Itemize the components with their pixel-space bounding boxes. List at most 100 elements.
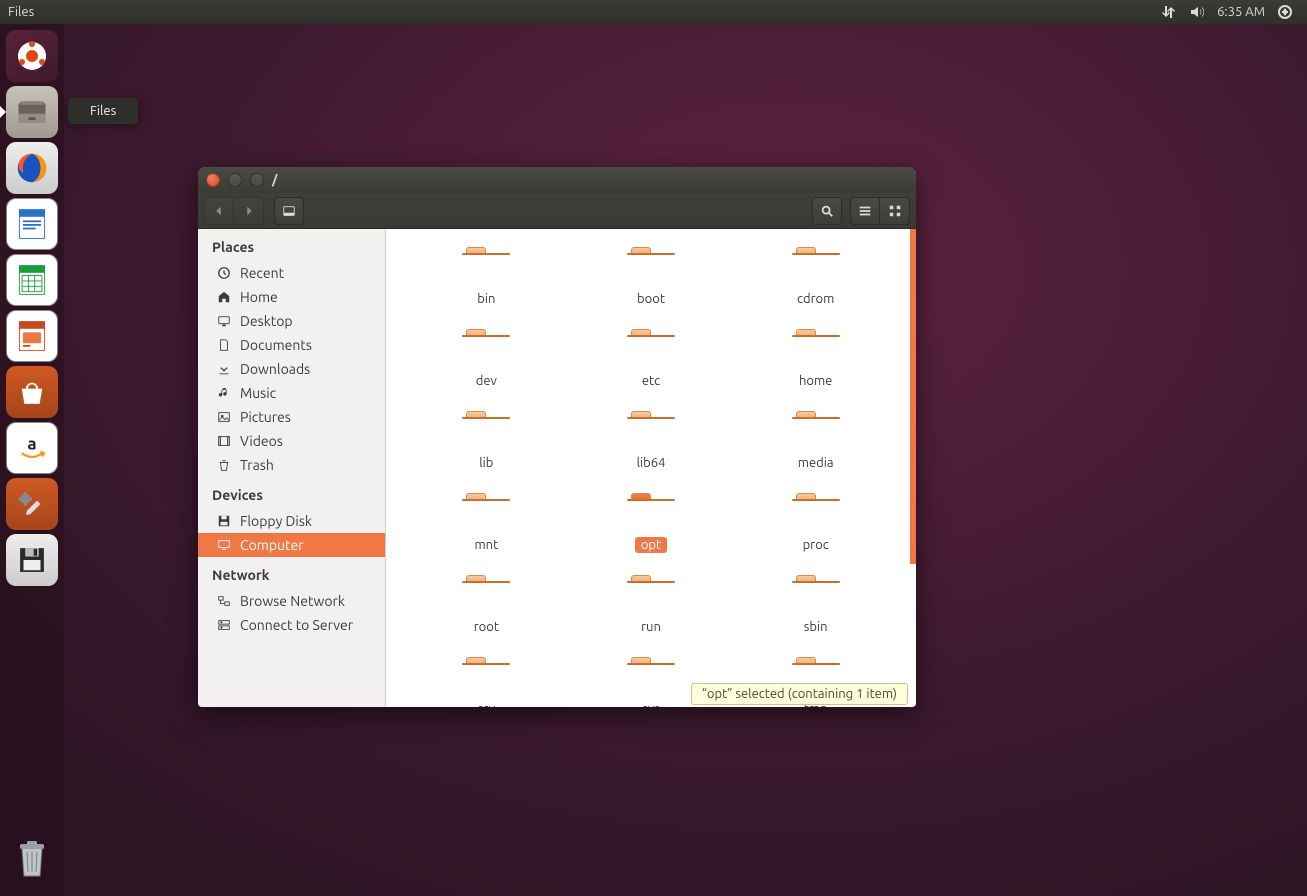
folder-icon <box>627 411 675 451</box>
folder-icon <box>462 493 510 533</box>
pictures-icon <box>216 410 232 424</box>
launcher-files[interactable] <box>6 86 58 138</box>
sound-indicator-icon[interactable] <box>1183 4 1211 20</box>
sidebar-item-home[interactable]: Home <box>198 285 385 309</box>
files-window: / PlacesRecentHomeDesktopDocumentsDownlo… <box>198 167 916 707</box>
sidebar-item-connect-to-server[interactable]: Connect to Server <box>198 613 385 637</box>
launcher-system-settings[interactable] <box>6 478 58 530</box>
folder-label: sys <box>636 701 666 707</box>
folder-label: lib64 <box>631 455 672 471</box>
launcher-writer[interactable] <box>6 198 58 250</box>
folder-label: bin <box>471 291 501 307</box>
folder-opt[interactable]: opt <box>579 493 724 553</box>
sidebar-item-floppy-disk[interactable]: Floppy Disk <box>198 509 385 533</box>
music-icon <box>216 386 232 400</box>
sidebar-item-computer[interactable]: Computer <box>198 533 385 557</box>
back-button[interactable] <box>204 197 234 225</box>
home-icon <box>216 290 232 304</box>
sidebar: PlacesRecentHomeDesktopDocumentsDownload… <box>198 229 386 707</box>
folder-cdrom[interactable]: cdrom <box>743 247 888 307</box>
sidebar-item-pictures[interactable]: Pictures <box>198 405 385 429</box>
launcher-impress[interactable] <box>6 310 58 362</box>
folder-root[interactable]: root <box>414 575 559 635</box>
folder-label: boot <box>631 291 671 307</box>
active-app-label[interactable]: Files <box>8 5 34 19</box>
folder-label: run <box>635 619 667 635</box>
sidebar-item-label: Floppy Disk <box>240 513 312 529</box>
sidebar-heading: Network <box>198 557 385 589</box>
sidebar-item-label: Documents <box>240 337 312 353</box>
folder-lib64[interactable]: lib64 <box>579 411 724 471</box>
folder-run[interactable]: run <box>579 575 724 635</box>
videos-icon <box>216 434 232 448</box>
sidebar-item-videos[interactable]: Videos <box>198 429 385 453</box>
folder-icon <box>792 493 840 533</box>
window-close-button[interactable] <box>206 173 220 187</box>
view-grid-button[interactable] <box>880 197 910 225</box>
launcher-software-center[interactable] <box>6 366 58 418</box>
launcher: a <box>0 24 64 896</box>
floppy-icon <box>216 514 232 528</box>
launcher-calc[interactable] <box>6 254 58 306</box>
folder-icon <box>792 329 840 369</box>
sidebar-item-recent[interactable]: Recent <box>198 261 385 285</box>
sidebar-item-desktop[interactable]: Desktop <box>198 309 385 333</box>
sidebar-item-label: Pictures <box>240 409 291 425</box>
folder-icon <box>627 575 675 615</box>
folder-boot[interactable]: boot <box>579 247 724 307</box>
folder-icon <box>627 657 675 697</box>
sidebar-item-documents[interactable]: Documents <box>198 333 385 357</box>
folder-label: home <box>793 373 838 389</box>
sidebar-item-label: Trash <box>240 457 274 473</box>
sidebar-item-trash[interactable]: Trash <box>198 453 385 477</box>
network-indicator-icon[interactable] <box>1155 4 1183 20</box>
status-bar: “opt” selected (containing 1 item) <box>691 683 908 705</box>
folder-icon <box>462 329 510 369</box>
sidebar-item-downloads[interactable]: Downloads <box>198 357 385 381</box>
sidebar-item-label: Music <box>240 385 276 401</box>
sidebar-heading: Devices <box>198 477 385 509</box>
folder-mnt[interactable]: mnt <box>414 493 559 553</box>
folder-icon <box>627 247 675 287</box>
sidebar-item-label: Connect to Server <box>240 617 353 633</box>
window-maximize-button[interactable] <box>250 173 264 187</box>
window-title: / <box>272 173 277 187</box>
launcher-trash[interactable] <box>6 832 58 884</box>
window-minimize-button[interactable] <box>228 173 242 187</box>
path-root-button[interactable] <box>274 197 304 225</box>
folder-sbin[interactable]: sbin <box>743 575 888 635</box>
svg-text:a: a <box>27 435 36 454</box>
forward-button[interactable] <box>234 197 264 225</box>
launcher-dash[interactable] <box>6 30 58 82</box>
network-icon <box>216 594 232 608</box>
folder-bin[interactable]: bin <box>414 247 559 307</box>
folder-label: dev <box>470 373 503 389</box>
session-indicator-icon[interactable] <box>1271 4 1299 20</box>
folder-proc[interactable]: proc <box>743 493 888 553</box>
desktop-icon <box>216 314 232 328</box>
folder-icon <box>462 575 510 615</box>
content-area[interactable]: bin boot cdrom dev etc home lib lib64 media mntop… <box>386 229 916 707</box>
folder-lib[interactable]: lib <box>414 411 559 471</box>
search-button[interactable] <box>812 197 842 225</box>
folder-home[interactable]: home <box>743 329 888 389</box>
titlebar[interactable]: / <box>198 167 916 193</box>
clock-icon <box>216 266 232 280</box>
server-icon <box>216 618 232 632</box>
folder-icon <box>792 247 840 287</box>
folder-dev[interactable]: dev <box>414 329 559 389</box>
clock-label[interactable]: 6:35 AM <box>1211 5 1271 19</box>
folder-icon <box>792 411 840 451</box>
launcher-amazon[interactable]: a <box>6 422 58 474</box>
doc-icon <box>216 338 232 352</box>
launcher-firefox[interactable] <box>6 142 58 194</box>
top-menubar: Files 6:35 AM <box>0 0 1307 24</box>
folder-etc[interactable]: etc <box>579 329 724 389</box>
folder-media[interactable]: media <box>743 411 888 471</box>
sidebar-item-music[interactable]: Music <box>198 381 385 405</box>
launcher-floppy[interactable] <box>6 534 58 586</box>
view-list-button[interactable] <box>850 197 880 225</box>
sidebar-item-browse-network[interactable]: Browse Network <box>198 589 385 613</box>
folder-srv[interactable]: srv <box>414 657 559 707</box>
scrollbar[interactable] <box>910 229 916 564</box>
